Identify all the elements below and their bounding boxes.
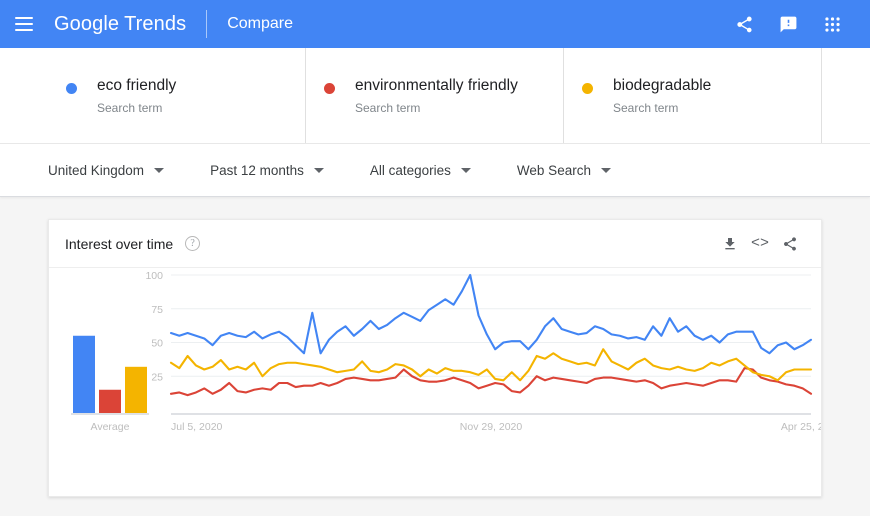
card-title: Interest over time [65,235,174,252]
x-axis-tick-label: Jul 5, 2020 [171,421,223,433]
search-type-filter[interactable]: Web Search [517,163,611,178]
app-bar: Google Trends Compare [0,0,870,48]
appbar-actions [722,2,870,46]
y-axis-tick-label: 100 [145,270,163,282]
search-term-card[interactable]: eco friendly Search term [48,48,306,143]
brand-trends-text: Trends [124,12,187,35]
embed-code-icon[interactable]: <> [745,229,775,259]
card-actions: <> [715,229,805,259]
page-body: Interest over time ? <> 100 75 50 25 Average… [0,197,870,497]
chevron-down-icon [154,167,165,173]
search-type-filter-label: Web Search [516,162,591,178]
interest-over-time-chart[interactable]: 100 75 50 25 Average Jul 5, 2020 Nov 29, 2020 A… [49,268,821,498]
time-filter[interactable]: Past 12 months [210,163,324,178]
chevron-down-icon [313,167,324,173]
brand-google-text: Google [54,12,120,35]
series-color-dot [582,83,593,94]
chart-line-eco-friendly[interactable] [169,273,813,355]
average-bar[interactable] [125,366,147,413]
help-icon[interactable]: ? [185,236,201,251]
hamburger-line [15,23,33,25]
search-term-type: Search term [613,100,679,115]
category-filter-label: All categories [369,162,451,178]
search-term-card[interactable]: biodegradable Search term [564,48,822,143]
interest-over-time-card: Interest over time ? <> 100 75 50 25 Average… [48,219,822,497]
apps-grid-icon[interactable] [810,2,854,46]
compare-nav-label[interactable]: Compare [227,15,293,33]
hamburger-line [15,17,33,19]
series-color-dot [66,83,77,94]
series-color-dot [324,83,335,94]
search-term-type: Search term [355,100,421,115]
y-axis-tick-label: 75 [151,304,163,316]
search-term-name: environmentally friendly [355,76,518,94]
y-axis-tick-label: 50 [151,338,163,350]
x-axis-tick-label: Nov 29, 2020 [460,421,523,433]
brand-logo[interactable]: Google Trends [54,13,186,36]
download-icon[interactable] [715,229,745,259]
time-filter-label: Past 12 months [210,162,304,178]
region-filter-label: United Kingdom [48,162,145,178]
search-terms-row: eco friendly Search term environmentally… [0,48,870,144]
x-axis-tick-label: Apr 25, 2021 [781,421,821,433]
search-term-card[interactable]: environmentally friendly Search term [306,48,564,143]
region-filter[interactable]: United Kingdom [48,162,165,178]
embed-code-glyph: <> [750,235,769,252]
chart-line-biodegradable[interactable] [169,348,813,382]
search-term-name: biodegradable [613,76,712,94]
search-term-name: eco friendly [97,76,177,94]
share-icon[interactable] [775,229,805,259]
filters-bar: United Kingdom Past 12 months All catego… [0,144,870,197]
share-icon[interactable] [722,2,766,46]
average-bar[interactable] [73,335,95,413]
chevron-down-icon [460,167,471,173]
search-term-type: Search term [97,100,163,115]
appbar-divider [206,10,208,38]
feedback-icon[interactable] [766,2,810,46]
average-axis-label: Average [91,421,130,433]
chevron-down-icon [600,167,611,173]
card-header: Interest over time ? <> [49,220,821,268]
chart-area[interactable]: 100 75 50 25 Average Jul 5, 2020 Nov 29, 2020 A… [49,268,821,498]
category-filter[interactable]: All categories [370,163,471,178]
hamburger-menu-icon[interactable] [0,0,48,48]
y-axis-tick-label: 25 [151,371,163,383]
hamburger-line [15,29,33,31]
average-bar[interactable] [99,389,121,413]
